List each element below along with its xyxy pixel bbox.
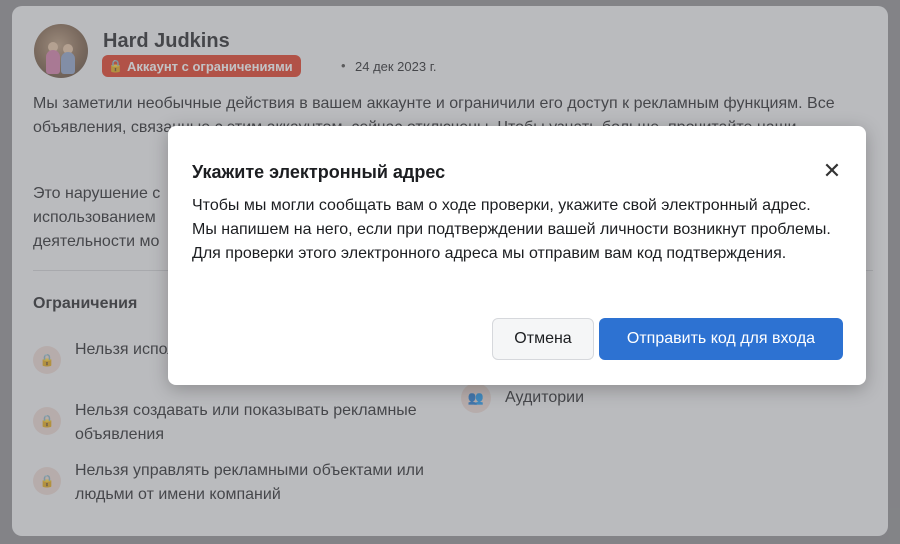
close-icon[interactable]: ✕ xyxy=(820,159,844,183)
send-code-button[interactable]: Отправить код для входа xyxy=(599,318,843,360)
email-dialog: Укажите электронный адрес ✕ Чтобы мы мог… xyxy=(168,126,866,385)
dialog-body: Чтобы мы могли сообщать вам о ходе прове… xyxy=(192,197,831,262)
dialog-title: Укажите электронный адрес xyxy=(192,162,446,182)
cancel-button[interactable]: Отмена xyxy=(492,318,594,360)
